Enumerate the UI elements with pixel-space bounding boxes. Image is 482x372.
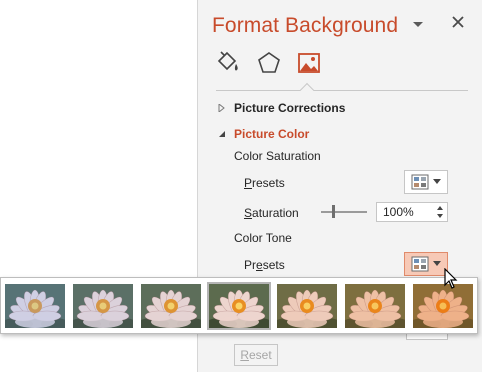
tone-thumbnail-slightly-cool[interactable] <box>141 284 201 328</box>
saturation-label: Saturation <box>244 206 299 220</box>
tone-presets-label: Presets <box>244 258 285 272</box>
effects-pentagon-icon[interactable] <box>256 50 282 76</box>
pane-title: Format Background <box>212 14 399 37</box>
powerpoint-window: Format Background Picture Corrections Pi… <box>0 0 482 372</box>
color-tone-gallery <box>0 277 478 334</box>
saturation-presets-label: Presets <box>244 176 285 190</box>
label-rest: resets <box>252 176 285 190</box>
tab-divider <box>216 90 468 91</box>
collapse-arrow-icon <box>219 131 225 137</box>
reset-button[interactable]: Reset <box>234 344 278 366</box>
expand-arrow-icon <box>218 104 225 112</box>
accelerator-key: S <box>244 206 253 220</box>
close-icon[interactable] <box>450 14 466 30</box>
color-tone-heading: Color Tone <box>234 231 292 245</box>
saturation-slider-thumb[interactable] <box>332 205 335 218</box>
active-tab-indicator <box>299 82 315 98</box>
tone-thumbnail-cool-blue[interactable] <box>5 284 65 328</box>
tone-thumbnail-slightly-warm[interactable] <box>277 284 337 328</box>
fill-icon[interactable] <box>215 50 241 76</box>
saturation-presets-button[interactable] <box>404 170 448 194</box>
picture-icon[interactable] <box>296 50 322 76</box>
color-saturation-heading: Color Saturation <box>234 149 321 163</box>
tone-thumbnail-original[interactable] <box>207 282 271 330</box>
presets-gallery-icon <box>411 256 429 272</box>
section-label: Picture Color <box>234 127 310 141</box>
tone-thumbnail-warmest[interactable] <box>413 284 473 328</box>
saturation-slider-track[interactable] <box>321 211 367 213</box>
section-picture-corrections[interactable]: Picture Corrections <box>218 101 345 115</box>
saturation-value: 100% <box>383 205 414 219</box>
accelerator-key: e <box>256 258 263 272</box>
saturation-spinbox[interactable]: 100% <box>376 202 448 222</box>
dropdown-arrow-icon <box>433 179 441 184</box>
presets-gallery-icon <box>411 174 429 190</box>
accelerator-key: P <box>244 176 253 190</box>
accelerator-key: R <box>240 348 249 362</box>
label-rest: eset <box>248 348 272 362</box>
spin-arrows-icon[interactable] <box>436 204 444 220</box>
obscured-control-edge <box>406 334 448 340</box>
dropdown-arrow-icon <box>433 261 441 266</box>
chevron-down-icon[interactable] <box>411 18 425 30</box>
tone-thumbnail-cooler[interactable] <box>73 284 133 328</box>
label-rest: aturation <box>252 206 299 220</box>
tone-thumbnail-warm[interactable] <box>345 284 405 328</box>
label-part: sets <box>262 258 285 272</box>
label-part: Pr <box>244 258 256 272</box>
section-label: Picture Corrections <box>234 101 346 115</box>
section-picture-color[interactable]: Picture Color <box>218 127 309 141</box>
tone-presets-button[interactable] <box>404 252 448 276</box>
